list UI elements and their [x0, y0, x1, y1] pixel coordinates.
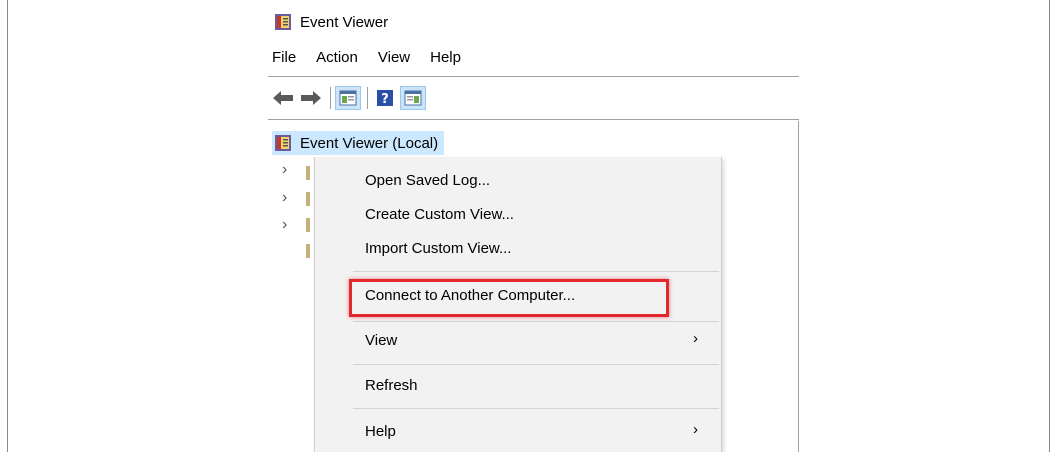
tree-node-icon [306, 192, 310, 206]
expand-chevron-icon[interactable]: › [282, 161, 287, 179]
tree-node-icon [306, 218, 310, 232]
menu-separator [353, 321, 719, 322]
menu-separator [353, 408, 719, 409]
menu-file[interactable]: File [272, 49, 296, 66]
show-hide-console-tree-icon[interactable] [335, 86, 361, 110]
help-icon[interactable]: ? [372, 86, 398, 110]
menu-item-view[interactable]: View [365, 330, 397, 352]
menu-separator [353, 364, 719, 365]
svg-text:?: ? [381, 92, 389, 107]
annotation-highlight-box [349, 279, 669, 317]
event-viewer-icon [274, 13, 292, 31]
menu-view[interactable]: View [378, 49, 410, 66]
menu-action[interactable]: Action [316, 49, 358, 66]
menu-item-create-custom-view[interactable]: Create Custom View... [365, 204, 514, 226]
forward-arrow-icon[interactable] [298, 86, 324, 110]
toolbar-separator [330, 87, 331, 109]
menu-help[interactable]: Help [430, 49, 461, 66]
menu-item-open-saved-log[interactable]: Open Saved Log... [365, 170, 490, 192]
title-bar: Event Viewer [274, 11, 388, 33]
menubar-divider [268, 76, 799, 77]
tree-node-icon [306, 244, 310, 258]
tree-root-event-viewer-local[interactable]: Event Viewer (Local) [272, 131, 445, 155]
submenu-arrow-icon: › [693, 421, 698, 438]
tree-root-label: Event Viewer (Local) [300, 134, 439, 152]
menu-item-refresh[interactable]: Refresh [365, 375, 418, 397]
tree-node-icon [306, 166, 310, 180]
toolbar: ? [270, 85, 428, 111]
menu-bar: File Action View Help [272, 49, 481, 66]
window-title: Event Viewer [300, 13, 389, 31]
expand-chevron-icon[interactable]: › [282, 189, 287, 207]
menu-separator [353, 271, 719, 272]
toolbar-separator [367, 87, 368, 109]
menu-item-import-custom-view[interactable]: Import Custom View... [365, 238, 511, 260]
expand-chevron-icon[interactable]: › [282, 216, 287, 234]
menu-item-help[interactable]: Help [365, 421, 396, 443]
back-arrow-icon[interactable] [270, 86, 296, 110]
submenu-arrow-icon: › [693, 330, 698, 347]
event-viewer-icon [274, 134, 292, 152]
show-hide-action-pane-icon[interactable] [400, 86, 426, 110]
toolbar-divider [268, 119, 799, 120]
